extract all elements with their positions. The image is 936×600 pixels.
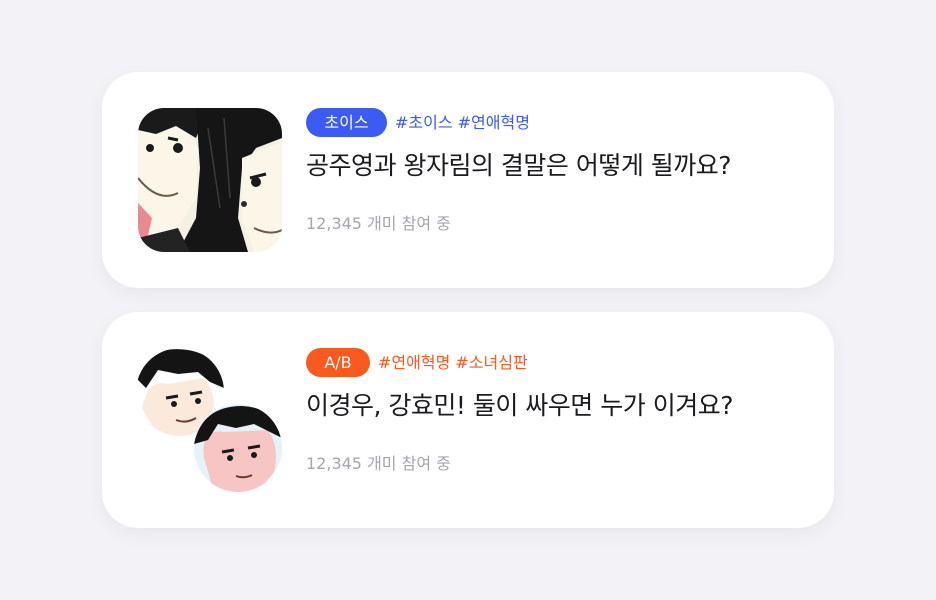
ab-badge[interactable]: A/B — [306, 348, 370, 377]
avatar-right — [194, 404, 282, 492]
vote-card-2[interactable]: A/B #연애혁명 #소녀심판 이경우, 강효민! 둘이 싸우면 누가 이겨요?… — [102, 312, 834, 528]
two-character-avatars — [138, 348, 282, 492]
vote-card-1[interactable]: 초이스 #초이스 #연애혁명 공주영과 왕자림의 결말은 어떻게 될까요? 12… — [102, 72, 834, 288]
participant-count: 12,345 개미 참여 중 — [306, 214, 451, 233]
participant-count: 12,345 개미 참여 중 — [306, 454, 451, 473]
hashtags[interactable]: #연애혁명 #소녀심판 — [378, 348, 528, 377]
card-content: A/B #연애혁명 #소녀심판 이경우, 강효민! 둘이 싸우면 누가 이겨요?… — [306, 348, 804, 474]
card-title[interactable]: 공주영과 왕자림의 결말은 어떻게 될까요? — [306, 150, 804, 182]
tag-row: 초이스 #초이스 #연애혁명 — [306, 108, 804, 137]
card-title[interactable]: 이경우, 강효민! 둘이 싸우면 누가 이겨요? — [306, 390, 804, 422]
choice-badge[interactable]: 초이스 — [306, 108, 387, 137]
tag-row: A/B #연애혁명 #소녀심판 — [306, 348, 804, 377]
comic-couple-thumbnail — [138, 108, 282, 252]
hashtags[interactable]: #초이스 #연애혁명 — [395, 108, 530, 137]
card-content: 초이스 #초이스 #연애혁명 공주영과 왕자림의 결말은 어떻게 될까요? 12… — [306, 108, 804, 234]
